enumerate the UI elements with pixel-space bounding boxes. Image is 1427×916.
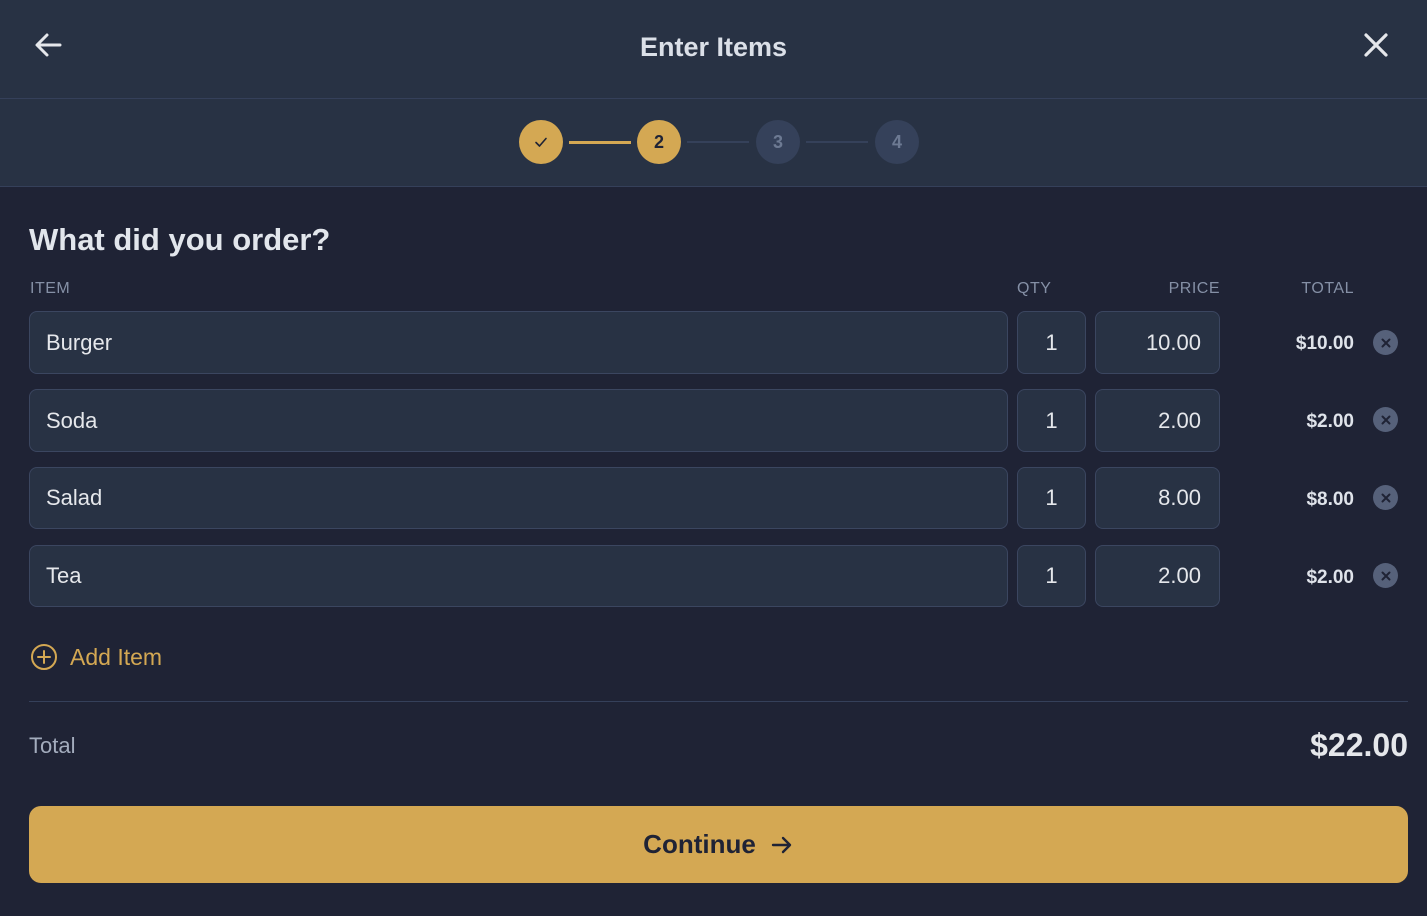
item-price-input[interactable]: 8.00 xyxy=(1095,467,1220,529)
item-qty-input[interactable]: 1 xyxy=(1017,389,1086,452)
close-circle-icon xyxy=(1381,571,1390,580)
close-circle-icon xyxy=(1381,415,1390,424)
column-header-total: TOTAL xyxy=(1301,280,1354,297)
step-4: 4 xyxy=(875,120,919,164)
item-name-input[interactable]: Tea xyxy=(29,545,1008,607)
item-name-input[interactable]: Burger xyxy=(29,311,1008,374)
arrow-right-icon xyxy=(771,836,792,853)
close-icon xyxy=(1364,33,1388,57)
grand-total-label: Total xyxy=(29,733,76,758)
item-row-total: $2.00 xyxy=(1306,567,1354,588)
progress-stepper: 2 3 4 xyxy=(0,99,1427,187)
close-circle-icon xyxy=(1381,338,1390,347)
item-qty-input[interactable]: 1 xyxy=(1017,311,1086,374)
column-header-qty: QTY xyxy=(1017,280,1052,297)
remove-item-button[interactable] xyxy=(1373,485,1398,510)
add-item-label: Add Item xyxy=(70,643,163,670)
item-name-input[interactable]: Salad xyxy=(29,467,1008,529)
top-bar: Enter Items xyxy=(0,0,1427,99)
check-icon xyxy=(535,137,547,147)
remove-item-button[interactable] xyxy=(1373,407,1398,432)
item-price-input[interactable]: 2.00 xyxy=(1095,545,1220,607)
step-connector-2 xyxy=(687,141,749,143)
item-price-input[interactable]: 2.00 xyxy=(1095,389,1220,452)
item-row-total: $10.00 xyxy=(1295,333,1354,354)
plus-circle-icon xyxy=(31,644,57,670)
item-row-total: $2.00 xyxy=(1306,411,1354,432)
section-heading: What did you order? xyxy=(29,222,331,257)
item-qty-input[interactable]: 1 xyxy=(1017,467,1086,529)
item-row-total: $8.00 xyxy=(1306,489,1354,510)
item-name-input[interactable]: Soda xyxy=(29,389,1008,452)
divider xyxy=(29,701,1408,702)
continue-label: Continue xyxy=(643,829,756,859)
step-2-current: 2 xyxy=(637,120,681,164)
step-1-complete xyxy=(519,120,563,164)
item-qty-input[interactable]: 1 xyxy=(1017,545,1086,607)
item-price-input[interactable]: 10.00 xyxy=(1095,311,1220,374)
column-header-item: ITEM xyxy=(30,280,71,297)
step-connector-1 xyxy=(569,141,631,144)
continue-button[interactable]: Continue xyxy=(29,806,1408,883)
grand-total-value: $22.00 xyxy=(1310,727,1408,763)
remove-item-button[interactable] xyxy=(1373,330,1398,355)
page-title: Enter Items xyxy=(639,32,788,62)
step-connector-3 xyxy=(806,141,868,143)
close-circle-icon xyxy=(1381,493,1390,502)
close-button[interactable] xyxy=(1358,27,1394,63)
remove-item-button[interactable] xyxy=(1373,563,1398,588)
column-header-price: PRICE xyxy=(1168,280,1220,297)
add-item-button[interactable]: Add Item xyxy=(30,640,162,674)
step-3: 3 xyxy=(756,120,800,164)
